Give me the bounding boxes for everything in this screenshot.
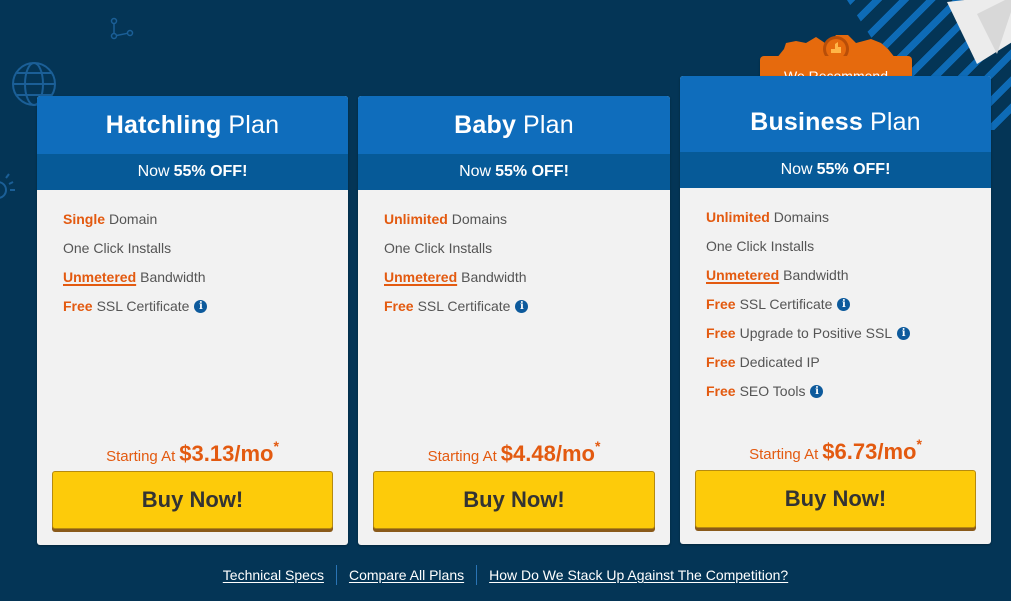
plan-name: Hatchling xyxy=(105,110,222,139)
discount-prefix: Now xyxy=(137,163,170,180)
feature-item: Unmetered Bandwidth xyxy=(63,263,348,292)
price: Starting At $6.73/mo* xyxy=(680,436,991,465)
compare-all-plans-link[interactable]: Compare All Plans xyxy=(337,567,476,583)
plan-card-baby: Baby Plan Now 55% OFF! Unlimited Domains O… xyxy=(358,96,670,545)
feature-item: Unmetered Bandwidth xyxy=(384,263,670,292)
feature-item: Unlimited Domains xyxy=(384,205,670,234)
info-icon[interactable]: i xyxy=(837,298,851,311)
feature-text: Dedicated IP xyxy=(739,354,820,370)
paper-plane-icon xyxy=(947,0,1011,64)
price-label: Starting At xyxy=(106,448,176,465)
plan-card-hatchling: Hatchling Plan Now 55% OFF! Single Domain… xyxy=(37,96,348,545)
feature-item: Single Domain xyxy=(63,205,348,234)
feature-highlight: Free xyxy=(706,383,736,399)
feature-text: SSL Certificate xyxy=(96,298,190,314)
plan-suffix: Plan xyxy=(523,110,574,139)
plan-suffix: Plan xyxy=(869,107,921,136)
feature-highlight: Free xyxy=(63,298,93,314)
price-footnote: * xyxy=(594,438,601,454)
technical-specs-link[interactable]: Technical Specs xyxy=(211,567,336,583)
lightbulb-icon xyxy=(0,173,15,199)
buy-now-button[interactable]: Buy Now! xyxy=(52,471,333,529)
info-icon[interactable]: i xyxy=(515,300,529,313)
feature-item: Free SSL Certificate i xyxy=(384,292,670,321)
feature-highlight[interactable]: Unmetered xyxy=(63,263,136,292)
feature-text: Bandwidth xyxy=(783,267,849,283)
competition-link[interactable]: How Do We Stack Up Against The Competiti… xyxy=(477,567,800,583)
price-label: Starting At xyxy=(427,448,497,465)
buy-now-button[interactable]: Buy Now! xyxy=(695,470,976,528)
price: Starting At $4.48/mo* xyxy=(358,438,670,467)
feature-item: Free Dedicated IP xyxy=(706,348,991,377)
feature-highlight: Unlimited xyxy=(384,211,448,227)
feature-item: Unlimited Domains xyxy=(706,203,991,232)
feature-item: Free SSL Certificate i xyxy=(63,292,348,321)
feature-highlight: Free xyxy=(384,298,414,314)
feature-list: Unlimited Domains One Click Installs Unmete… xyxy=(358,190,670,321)
discount-value: 55% OFF! xyxy=(816,161,891,178)
plan-title: Business Plan xyxy=(680,76,991,152)
feature-item: Free SEO Tools i xyxy=(706,377,991,406)
feature-list: Unlimited Domains One Click Installs Unmete… xyxy=(680,188,991,406)
feature-text: Bandwidth xyxy=(140,269,206,285)
price-footnote: * xyxy=(916,436,922,452)
info-icon[interactable]: i xyxy=(897,327,911,340)
feature-text: One Click Installs xyxy=(63,240,172,256)
info-icon[interactable]: i xyxy=(810,385,824,398)
info-icon[interactable]: i xyxy=(194,300,208,313)
price-amount: $6.73/mo xyxy=(822,439,917,464)
feature-highlight: Free xyxy=(706,296,736,312)
plan-title: Baby Plan xyxy=(358,96,670,154)
feature-item: One Click Installs xyxy=(706,232,991,261)
feature-highlight: Unlimited xyxy=(706,209,770,225)
feature-text: Upgrade to Positive SSL xyxy=(739,325,893,341)
discount-value: 55% OFF! xyxy=(495,163,569,180)
feature-list: Single Domain One Click Installs Unmetered B… xyxy=(37,190,348,321)
plan-suffix: Plan xyxy=(228,110,280,139)
feature-text: One Click Installs xyxy=(706,238,815,254)
plan-name: Baby xyxy=(454,110,517,139)
price-amount: $4.48/mo xyxy=(500,441,595,466)
price: Starting At $3.13/mo* xyxy=(37,438,348,467)
share-nodes-icon xyxy=(110,17,134,40)
buy-now-button[interactable]: Buy Now! xyxy=(373,471,655,529)
plan-name: Business xyxy=(750,107,863,136)
feature-highlight: Single xyxy=(63,211,106,227)
price-label: Starting At xyxy=(749,446,819,463)
discount-prefix: Now xyxy=(780,161,813,178)
discount-value: 55% OFF! xyxy=(173,163,248,180)
feature-highlight: Free xyxy=(706,325,736,341)
feature-text: Bandwidth xyxy=(461,269,527,285)
feature-highlight[interactable]: Unmetered xyxy=(384,263,457,292)
feature-text: One Click Installs xyxy=(384,240,493,256)
feature-text: Domains xyxy=(451,211,508,227)
feature-highlight[interactable]: Unmetered xyxy=(706,261,779,290)
discount-prefix: Now xyxy=(459,163,492,180)
feature-item: One Click Installs xyxy=(63,234,348,263)
feature-item: Unmetered Bandwidth xyxy=(706,261,991,290)
feature-highlight: Free xyxy=(706,354,736,370)
discount-banner: Now 55% OFF! xyxy=(358,154,670,190)
feature-text: SSL Certificate xyxy=(739,296,833,312)
plan-title: Hatchling Plan xyxy=(37,96,348,154)
price-amount: $3.13/mo xyxy=(179,441,274,466)
feature-item: Free SSL Certificate i xyxy=(706,290,991,319)
feature-text: Domains xyxy=(773,209,830,225)
discount-banner: Now 55% OFF! xyxy=(680,152,991,188)
price-footnote: * xyxy=(273,438,279,454)
feature-item: Free Upgrade to Positive SSL i xyxy=(706,319,991,348)
feature-item: One Click Installs xyxy=(384,234,670,263)
feature-text: SSL Certificate xyxy=(417,298,511,314)
feature-text: SEO Tools xyxy=(739,383,806,399)
feature-text: Domain xyxy=(109,211,158,227)
plan-card-business: Business Plan Now 55% OFF! Unlimited Doma… xyxy=(680,76,991,544)
footer-links: Technical Specs Compare All Plans How Do… xyxy=(0,565,1011,585)
discount-banner: Now 55% OFF! xyxy=(37,154,348,190)
